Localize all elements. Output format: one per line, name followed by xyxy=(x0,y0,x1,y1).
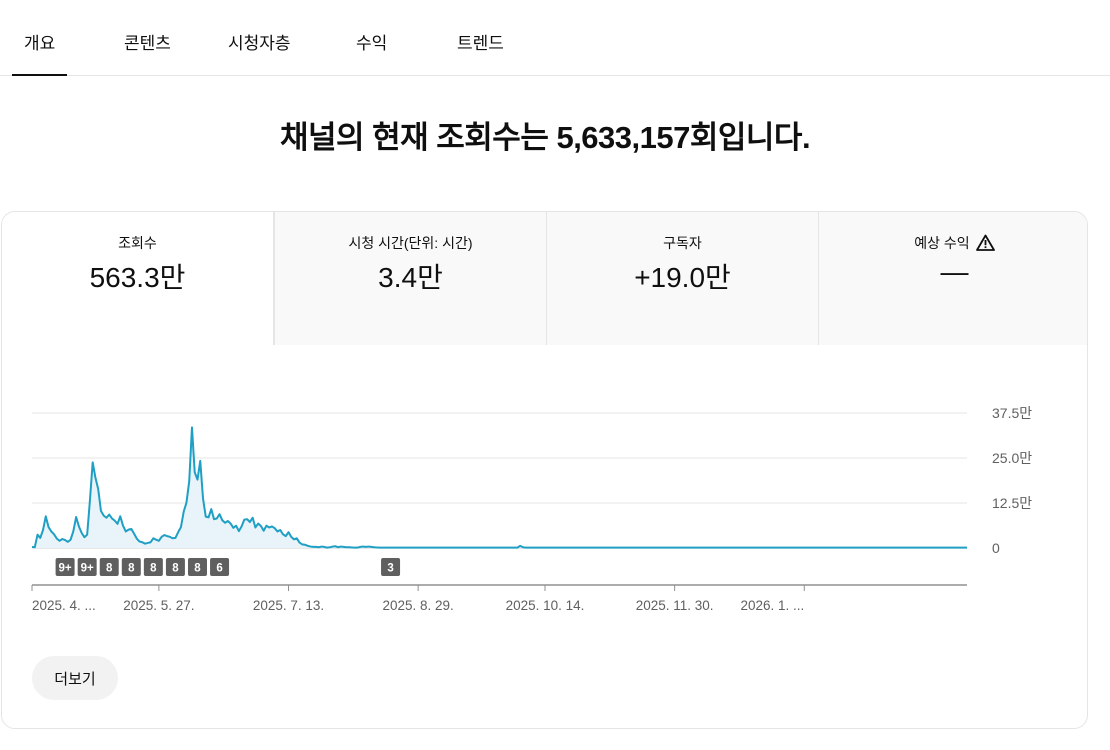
y-tick-label: 0 xyxy=(992,540,1000,556)
views-chart: 37.5만 25.0만 12.5만 0 2025. 4. ... 2025. 5. 27.… xyxy=(31,405,1032,613)
x-tick-label: 2025. 5. 27. xyxy=(123,598,194,613)
y-tick-label: 25.0만 xyxy=(992,450,1032,466)
video-marker-label: 8 xyxy=(106,563,113,575)
x-tick-label: 2025. 7. 13. xyxy=(253,598,324,613)
video-marker-label: 9+ xyxy=(59,563,72,575)
video-marker-label: 8 xyxy=(172,563,179,575)
video-marker-label: 8 xyxy=(150,563,157,575)
x-tick-label: 2026. 1. ... xyxy=(740,598,804,613)
x-tick-label: 2025. 10. 14. xyxy=(506,598,585,613)
views-area xyxy=(32,427,967,548)
x-tick-label: 2025. 8. 29. xyxy=(382,598,453,613)
video-marker-label: 9+ xyxy=(81,563,94,575)
views-line xyxy=(31,426,967,549)
video-marker-label: 8 xyxy=(194,563,201,575)
x-tick-label: 2025. 4. ... xyxy=(32,598,96,613)
x-tick-label: 2025. 11. 30. xyxy=(636,598,714,613)
y-tick-label: 12.5만 xyxy=(992,495,1032,511)
video-marker-label: 6 xyxy=(216,563,222,575)
more-button[interactable]: 더보기 xyxy=(32,656,118,700)
video-marker-label: 3 xyxy=(387,563,393,575)
y-tick-label: 37.5만 xyxy=(992,405,1032,421)
video-marker-label: 8 xyxy=(128,563,135,575)
